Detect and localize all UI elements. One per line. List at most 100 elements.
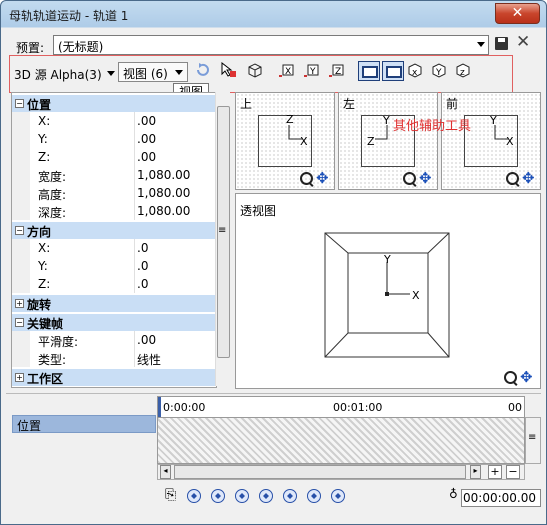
- track-position[interactable]: 位置: [12, 415, 156, 433]
- delete-preset-icon[interactable]: ✕: [516, 32, 530, 52]
- prop-row[interactable]: Z: .0: [12, 275, 216, 293]
- prop-row[interactable]: 类型: 线性: [12, 349, 216, 367]
- prop-row[interactable]: 平滑度: .00: [12, 331, 216, 349]
- scroll-right-button[interactable]: ▸: [470, 465, 481, 479]
- fit-view-icon[interactable]: [358, 61, 380, 81]
- viewport-left[interactable]: 左 Y Z ✥: [338, 92, 438, 190]
- grip-icon: ≡: [218, 225, 227, 236]
- viewport-top[interactable]: 上 Z X ✥: [235, 92, 335, 190]
- zoom-out-button[interactable]: −: [506, 465, 520, 479]
- pan-icon[interactable]: ✥: [522, 169, 535, 187]
- axis-y-icon[interactable]: Y: [430, 62, 448, 78]
- axis-label: Y: [384, 253, 391, 266]
- keyframe-track[interactable]: [157, 417, 525, 464]
- timeline-hscroll[interactable]: ◂ ▸ + −: [157, 464, 525, 480]
- prop-row[interactable]: X: .00: [12, 112, 216, 130]
- timeline-vscroll[interactable]: ≡: [525, 417, 541, 464]
- preset-label: 预置:: [16, 41, 45, 55]
- ruler-tick-label: 00:01:00: [333, 401, 383, 414]
- properties-panel: − 位置 X: .00 Y: .00 Z: .00 宽度: 1,080.00 高度: 1,0…: [11, 92, 217, 388]
- viewport-label: 前: [446, 97, 459, 111]
- save-preset-icon[interactable]: [495, 37, 508, 50]
- chevron-down-icon: [175, 70, 183, 75]
- client-area: 预置: (无标题) ✕ 3D 源 Alpha(3) 视图 (6) X Y Z x…: [6, 29, 541, 520]
- last-keyframe-icon[interactable]: [283, 489, 297, 503]
- axis-label: Z: [367, 135, 375, 148]
- zoom-in-button[interactable]: +: [488, 465, 502, 479]
- prop-row[interactable]: 宽度: 1,080.00: [12, 166, 216, 184]
- viewport-label: 透视图: [240, 204, 277, 218]
- zoom-icon[interactable]: [403, 172, 416, 185]
- section-position[interactable]: − 位置: [12, 94, 216, 112]
- prop-row[interactable]: Y: .0: [12, 257, 216, 275]
- svg-text:Y: Y: [309, 67, 316, 77]
- next-keyframe-icon[interactable]: [259, 489, 273, 503]
- section-keyframes[interactable]: − 关键帧: [12, 313, 216, 331]
- axis-gizmo: [375, 125, 388, 140]
- flip-x-icon[interactable]: X: [278, 62, 296, 78]
- cube-tool-icon[interactable]: [246, 62, 264, 78]
- chevron-down-icon: [477, 42, 485, 47]
- time-display[interactable]: 00:00:00.00: [461, 489, 541, 507]
- prop-row[interactable]: Y: .00: [12, 130, 216, 148]
- viewport-label: 上: [240, 97, 253, 111]
- select-tool-icon[interactable]: [220, 62, 238, 78]
- zoom-icon[interactable]: [300, 172, 313, 185]
- pan-icon[interactable]: ✥: [419, 169, 432, 187]
- ruler-tick-label: 00: [508, 401, 522, 414]
- ruler-tick-label: 0:00:00: [163, 401, 206, 414]
- properties-scrollbar[interactable]: ≡: [215, 92, 230, 386]
- delete-keyframe-icon[interactable]: [331, 489, 345, 503]
- prop-row[interactable]: Z: .00: [12, 148, 216, 166]
- pan-icon[interactable]: ✥: [316, 169, 329, 187]
- svg-text:Y: Y: [435, 68, 442, 78]
- prop-row[interactable]: 深度: 1,080.00: [12, 202, 216, 220]
- axis-z-icon[interactable]: z: [454, 62, 472, 78]
- svg-text:x: x: [412, 68, 418, 78]
- playhead[interactable]: [158, 397, 161, 417]
- cursor-time-icon: ♁: [449, 487, 458, 501]
- pan-icon[interactable]: ✥: [520, 368, 533, 386]
- zoom-icon[interactable]: [506, 172, 519, 185]
- chevron-down-icon[interactable]: [107, 71, 115, 76]
- fill-view-icon[interactable]: [382, 61, 404, 81]
- axis-gizmo: [494, 125, 508, 140]
- viewport-label: 左: [343, 97, 356, 111]
- viewport-perspective[interactable]: 透视图 Y X ✥: [235, 193, 541, 389]
- prev-keyframe-icon[interactable]: [211, 489, 225, 503]
- flip-y-icon[interactable]: Y: [303, 62, 321, 78]
- lock-icon[interactable]: ⎘: [165, 487, 176, 503]
- undo-rotate-icon[interactable]: [194, 62, 210, 78]
- section-orientation[interactable]: − 方向: [12, 221, 216, 239]
- view-select-value: 视图 (6): [123, 67, 168, 81]
- axis-gizmo: [288, 125, 302, 140]
- scroll-left-button[interactable]: ◂: [160, 465, 171, 479]
- section-workspace[interactable]: + 工作区: [12, 368, 216, 386]
- svg-text:Z: Z: [335, 67, 341, 77]
- axis-label: X: [412, 289, 420, 302]
- insert-keyframe-icon[interactable]: [307, 489, 321, 503]
- section-rotation[interactable]: + 旋转: [12, 294, 216, 312]
- viewport-front[interactable]: 前 Y X ✥: [441, 92, 541, 190]
- zoom-icon[interactable]: [504, 371, 517, 384]
- svg-text:z: z: [460, 68, 465, 78]
- window-title: 母轨轨道运动 - 轨道 1: [9, 9, 129, 23]
- preset-value: (无标题): [58, 40, 104, 54]
- preset-select[interactable]: (无标题): [53, 35, 489, 55]
- source-alpha-label[interactable]: 3D 源 Alpha(3): [14, 66, 102, 83]
- view-select[interactable]: 视图 (6): [118, 62, 188, 82]
- annotation-label: 其他辅助工具: [393, 119, 472, 134]
- title-bar[interactable]: 母轨轨道运动 - 轨道 1 ✕: [1, 1, 546, 28]
- time-ruler[interactable]: 0:00:00 00:01:00 00: [157, 396, 525, 418]
- prop-row[interactable]: 高度: 1,080.00: [12, 184, 216, 202]
- first-keyframe-icon[interactable]: [187, 489, 201, 503]
- scroll-thumb[interactable]: [174, 465, 466, 479]
- axis-x-icon[interactable]: x: [406, 62, 424, 78]
- svg-text:X: X: [285, 67, 291, 77]
- dialog-window: 母轨轨道运动 - 轨道 1 ✕ 预置: (无标题) ✕ 3D 源 Alpha(3…: [0, 0, 547, 525]
- close-button[interactable]: ✕: [495, 3, 540, 24]
- add-keyframe-icon[interactable]: [235, 489, 249, 503]
- prop-row[interactable]: X: .0: [12, 239, 216, 257]
- perspective-box: [324, 232, 450, 358]
- flip-z-icon[interactable]: Z: [328, 62, 346, 78]
